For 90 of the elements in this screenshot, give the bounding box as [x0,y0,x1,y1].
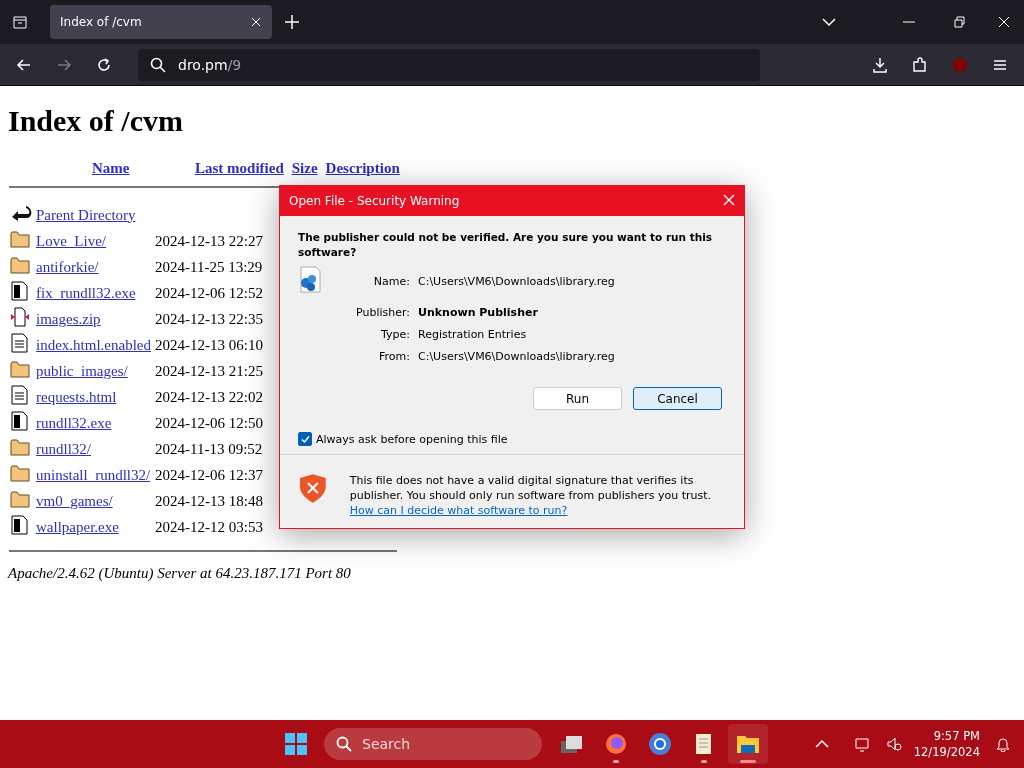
zip-file-icon [10,307,30,327]
modified-date: 2024-12-13 21:25 [154,362,263,379]
tray-icon [12,14,28,30]
dialog-title: Open File - Security Warning [289,194,460,208]
arrow-left-icon [16,56,32,73]
reload-icon [96,56,112,73]
tab-title: Index of /cvm [60,15,142,29]
dialog-button[interactable]: Cancel [633,387,722,410]
modified-date: 2024-12-06 12:37 [154,466,263,483]
clock[interactable]: 9:57 PM 12/19/2024 [913,728,980,760]
field-value: Registration Entries [418,328,528,341]
search-icon [150,56,166,73]
file-link[interactable]: antiforkie/ [36,258,99,275]
file-link[interactable]: fix_rundll32.exe [36,284,136,301]
warning-question: The publisher could not be verified. Are you sure you want to run this software? [298,230,714,260]
folder-icon [10,359,30,379]
column-header-link[interactable]: Description [325,160,400,176]
back-arrow-icon [10,203,32,223]
binary-file-icon [10,411,28,431]
plus-icon [284,14,300,30]
file-link[interactable]: wallpaper.exe [36,518,119,535]
registry-file-icon [298,266,322,294]
close-icon [722,192,736,207]
server-signature: Apache/2.4.62 (Ubuntu) Server at 64.23.187.171 Port 80 [8,565,352,582]
field-label: Publisher: [355,306,410,319]
search-placeholder: Search [362,736,411,752]
download-icon [872,56,888,73]
file-link[interactable]: public_images/ [36,362,128,379]
text-file-icon [10,385,28,405]
page-title: Index of /cvm [8,104,184,138]
warning-text: This file does not have a valid digital signature that verifies its publisher. You should only run software from publishers you trust. How can I decide what software to run? [349,473,712,518]
file-link[interactable]: Love_Live/ [36,232,106,249]
text-file-icon [10,333,28,353]
close-icon [996,14,1012,30]
modified-date: 2024-11-13 09:52 [154,440,263,457]
binary-file-icon [10,281,28,301]
field-label: From: [378,350,410,363]
fox-globe-icon [604,732,628,756]
file-link[interactable]: vm0_games/ [36,492,113,509]
checkbox[interactable] [298,432,312,446]
search-icon [336,736,352,752]
modified-date: 2024-12-13 22:35 [154,310,263,327]
modified-date: 2024-12-06 12:50 [154,414,263,431]
address-field[interactable]: dro.pm/9 [138,48,760,81]
modified-date: 2024-11-25 13:29 [154,258,263,275]
help-link[interactable]: How can I decide what software to run? [349,504,568,517]
speaker-muted-icon [885,736,902,752]
folder-icon [10,229,30,249]
folder-icon [10,255,30,275]
window-stack-icon [560,733,584,755]
file-link[interactable]: rundll32.exe [36,414,112,431]
file-link[interactable]: rundll32/ [36,440,91,457]
modified-date: 2024-12-13 06:10 [154,336,263,353]
column-header-link[interactable]: Size [291,160,318,176]
dialog-button[interactable]: Run [533,387,622,410]
taskbar-search-field[interactable]: Search [324,728,542,760]
column-header-link[interactable]: Last modified [194,160,284,176]
modified-date: 2024-12-12 03:53 [154,518,263,535]
windows-logo-icon [284,732,308,756]
folder-icon [10,463,30,483]
monitor-icon [853,736,870,752]
shield-x-icon [298,473,328,504]
file-link[interactable]: requests.html [36,388,117,405]
browser-globe-icon [648,732,672,756]
field-value: Unknown Publisher [418,306,539,319]
folder-icon [10,437,30,457]
modified-date: 2024-12-06 12:52 [154,284,263,301]
taskbar-app-button[interactable] [728,724,768,764]
restore-icon [951,14,967,30]
file-link[interactable]: uninstall_rundll32/ [36,466,151,483]
url-text: dro.pm/9 [178,56,242,73]
always-ask-checkbox[interactable]: Always ask before opening this file [298,432,726,446]
field-value: C:\Users\VM6\Downloads\library.reg [418,275,616,288]
modified-date: 2024-12-13 18:48 [154,492,263,509]
modified-date: 2024-12-13 22:02 [154,388,263,405]
field-label: Type: [380,328,410,341]
field-value: C:\Users\VM6\Downloads\library.reg [418,350,616,363]
file-link[interactable]: index.html.enabled [36,336,151,353]
column-header-link[interactable]: Name [92,160,130,176]
browser-tab[interactable]: Index of /cvm [50,5,272,39]
binary-file-icon [10,515,28,535]
bell-icon [995,736,1011,752]
file-link[interactable]: images.zip [36,310,101,327]
folder-icon [10,489,30,509]
arrow-right-icon [56,56,72,73]
field-label: Name: [372,275,410,288]
close-icon [250,16,262,28]
modified-date: 2024-12-13 22:27 [154,232,263,249]
file-link[interactable]: Parent Directory [36,206,136,223]
minimize-icon [903,21,915,23]
